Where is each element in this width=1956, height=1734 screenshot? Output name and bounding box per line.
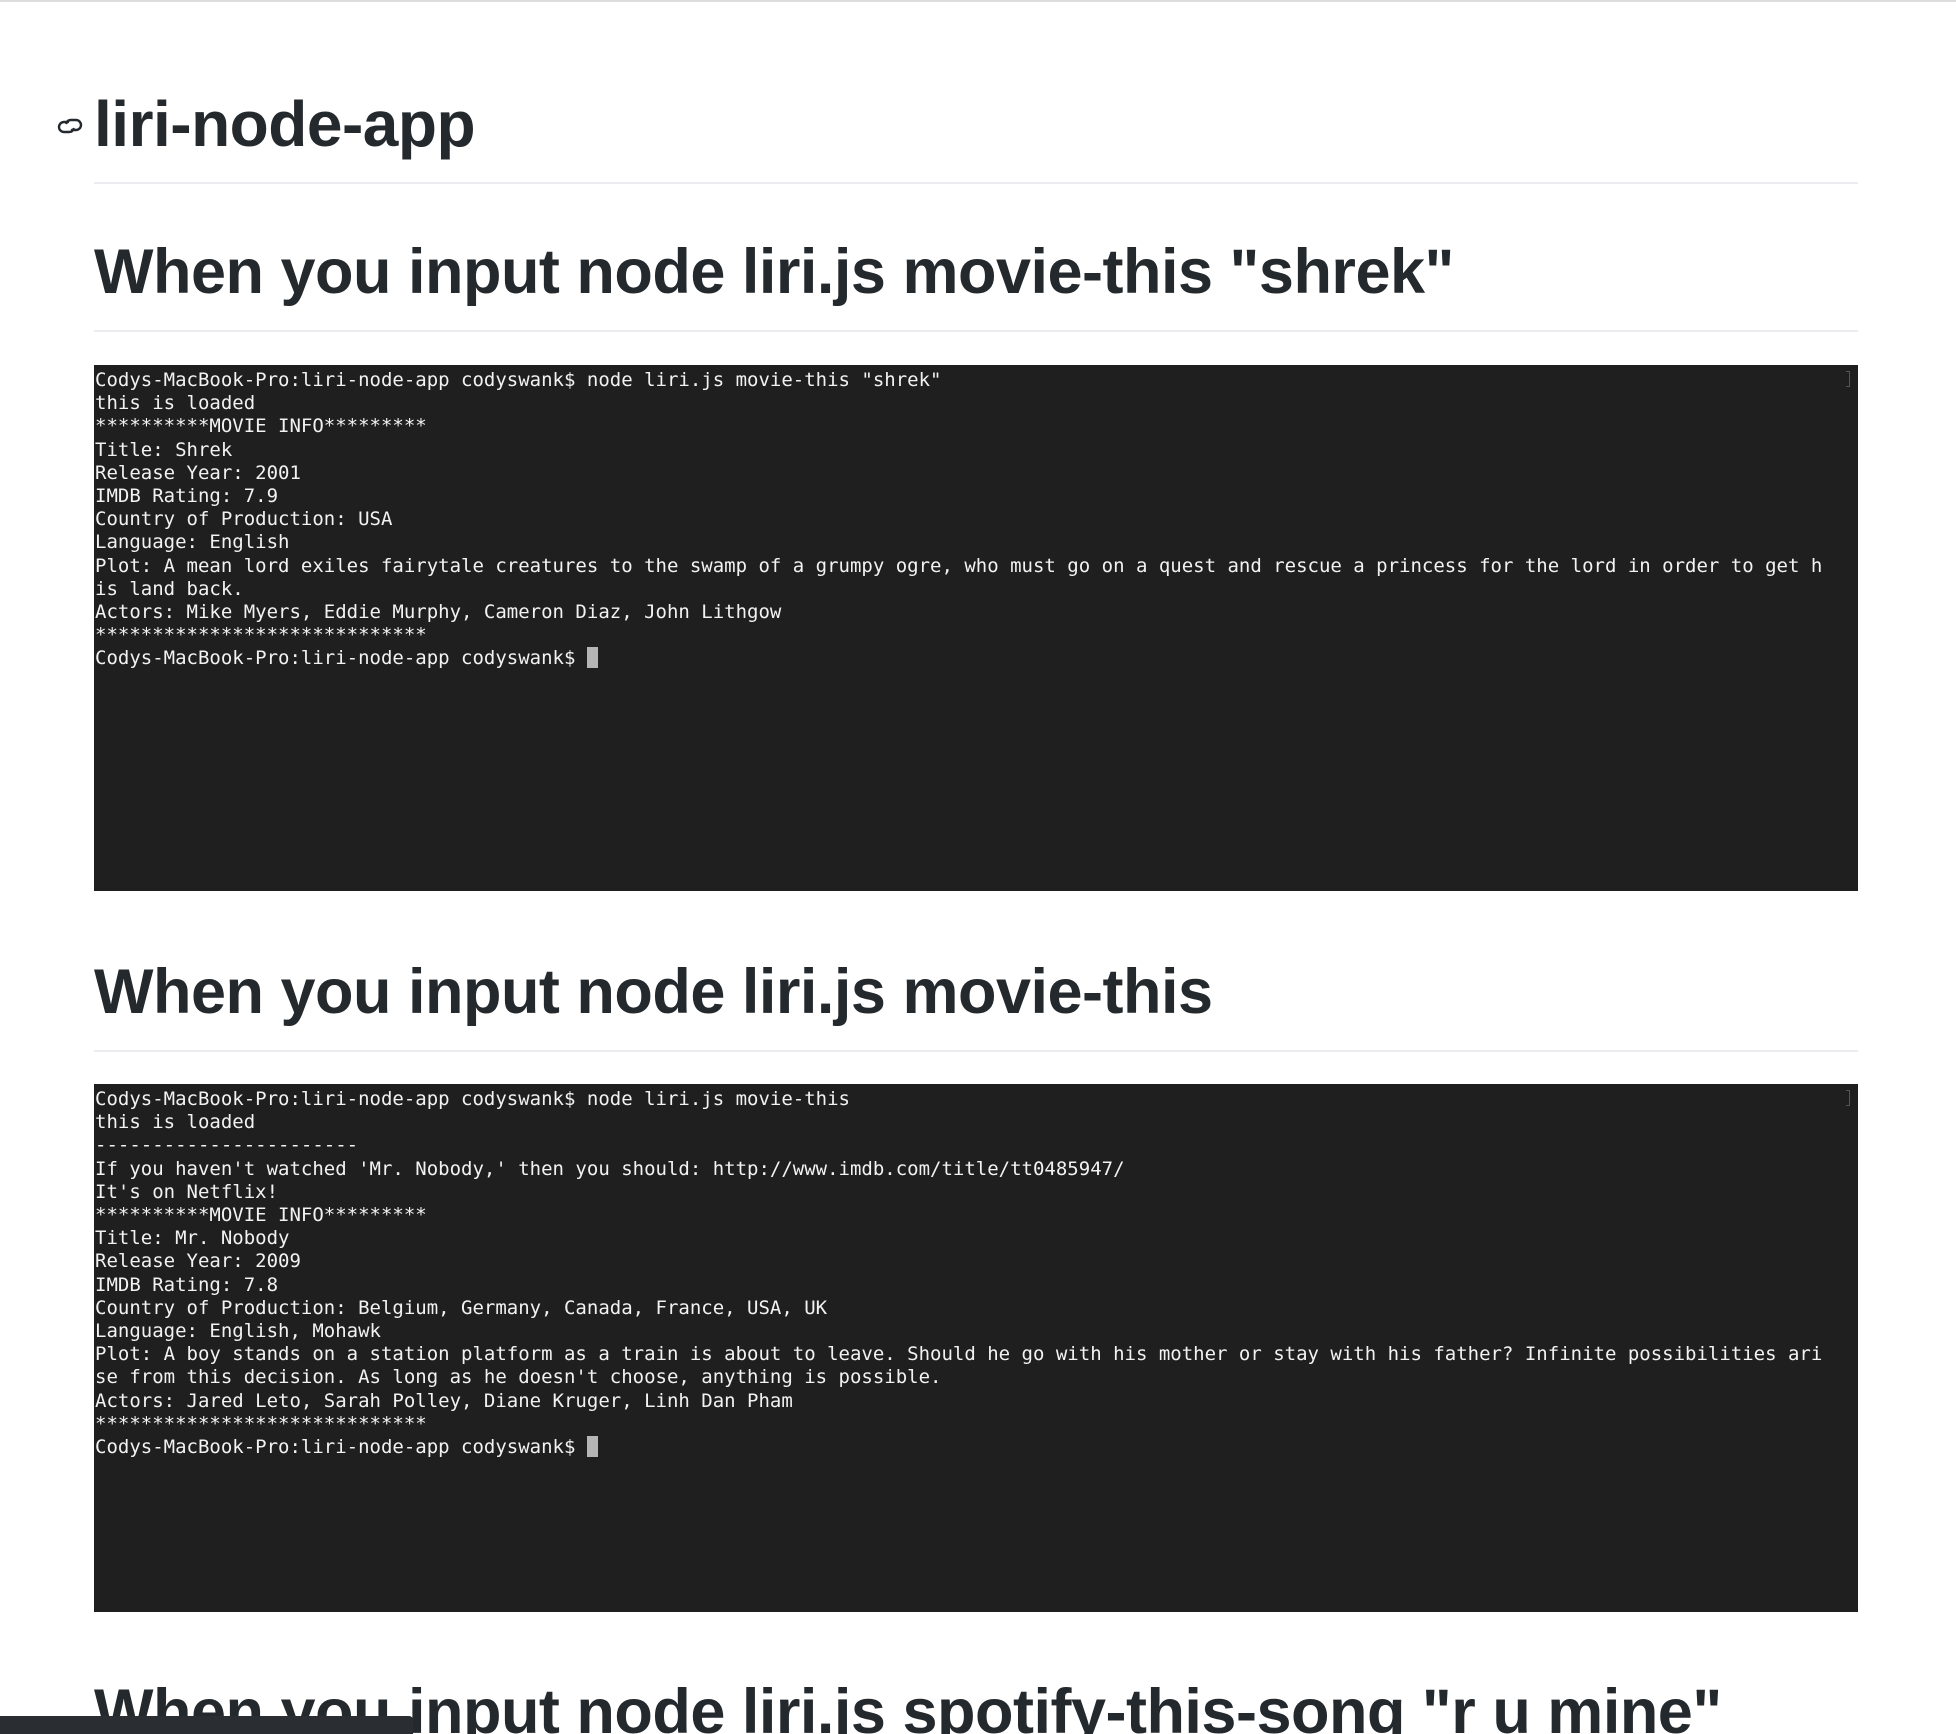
terminal-line: ***************************** <box>95 1412 427 1435</box>
terminal-line: Codys-MacBook-Pro:liri-node-app codyswan… <box>95 369 942 391</box>
terminal-prompt-line: Codys-MacBook-Pro:liri-node-app codyswan… <box>95 647 1858 670</box>
terminal-line: It's on Netflix! <box>95 1180 279 1203</box>
terminal-prompt: Codys-MacBook-Pro:liri-node-app codyswan… <box>95 1436 587 1459</box>
bottom-status-bar <box>0 1716 413 1734</box>
terminal-line: ----------------------- <box>95 1134 359 1157</box>
terminal-line: this is loaded <box>95 1111 256 1134</box>
page-title: liri-node-app <box>94 88 476 160</box>
terminal-screenshot-shrek: Codys-MacBook-Pro:liri-node-app codyswan… <box>94 365 1858 891</box>
terminal-cursor <box>586 1436 598 1458</box>
terminal-prompt-line: Codys-MacBook-Pro:liri-node-app codyswan… <box>95 1436 1858 1459</box>
scroll-indicator <box>1846 1090 1850 1106</box>
terminal-line: Release Year: 2001 <box>95 461 301 484</box>
terminal-line: Actors: Jared Leto, Sarah Polley, Diane … <box>95 1389 793 1412</box>
terminal-line: IMDB Rating: 7.9 <box>95 485 279 508</box>
section-heading-shrek: When you input node liri.js movie-this "… <box>94 236 1858 332</box>
terminal-cursor <box>586 647 598 669</box>
scroll-indicator <box>1846 371 1850 387</box>
terminal-screenshot-default: Codys-MacBook-Pro:liri-node-app codyswan… <box>94 1084 1858 1612</box>
terminal-line: Actors: Mike Myers, Eddie Murphy, Camero… <box>95 601 782 624</box>
terminal-line: this is loaded <box>95 392 256 415</box>
terminal-line: se from this decision. As long as he doe… <box>95 1366 942 1389</box>
terminal-line: is land back. <box>95 577 244 600</box>
terminal-line: Plot: A mean lord exiles fairytale creat… <box>95 554 1823 577</box>
terminal-line: **********MOVIE INFO********* <box>95 415 427 438</box>
terminal-line: Country of Production: USA <box>95 508 393 531</box>
terminal-line: IMDB Rating: 7.8 <box>95 1273 279 1296</box>
terminal-line: Release Year: 2009 <box>95 1250 301 1273</box>
terminal-line: Language: English <box>95 531 290 554</box>
link-icon <box>57 118 83 134</box>
terminal-line: ***************************** <box>95 624 427 647</box>
terminal-prompt: Codys-MacBook-Pro:liri-node-app codyswan… <box>95 647 587 670</box>
terminal-line: Title: Shrek <box>95 438 233 461</box>
title-block: liri-node-app <box>57 82 1858 184</box>
terminal-line: Language: English, Mohawk <box>95 1320 381 1343</box>
section-heading-default: When you input node liri.js movie-this <box>94 956 1858 1052</box>
terminal-line: Codys-MacBook-Pro:liri-node-app codyswan… <box>95 1088 850 1110</box>
terminal-line: Plot: A boy stands on a station platform… <box>95 1343 1823 1366</box>
heading-anchor-link[interactable] <box>54 110 86 142</box>
terminal-line: If you haven't watched 'Mr. Nobody,' the… <box>95 1157 1125 1180</box>
top-border <box>0 0 1956 2</box>
terminal-line: Country of Production: Belgium, Germany,… <box>95 1296 828 1319</box>
terminal-line: Title: Mr. Nobody <box>95 1227 290 1250</box>
terminal-line: **********MOVIE INFO********* <box>95 1204 427 1227</box>
